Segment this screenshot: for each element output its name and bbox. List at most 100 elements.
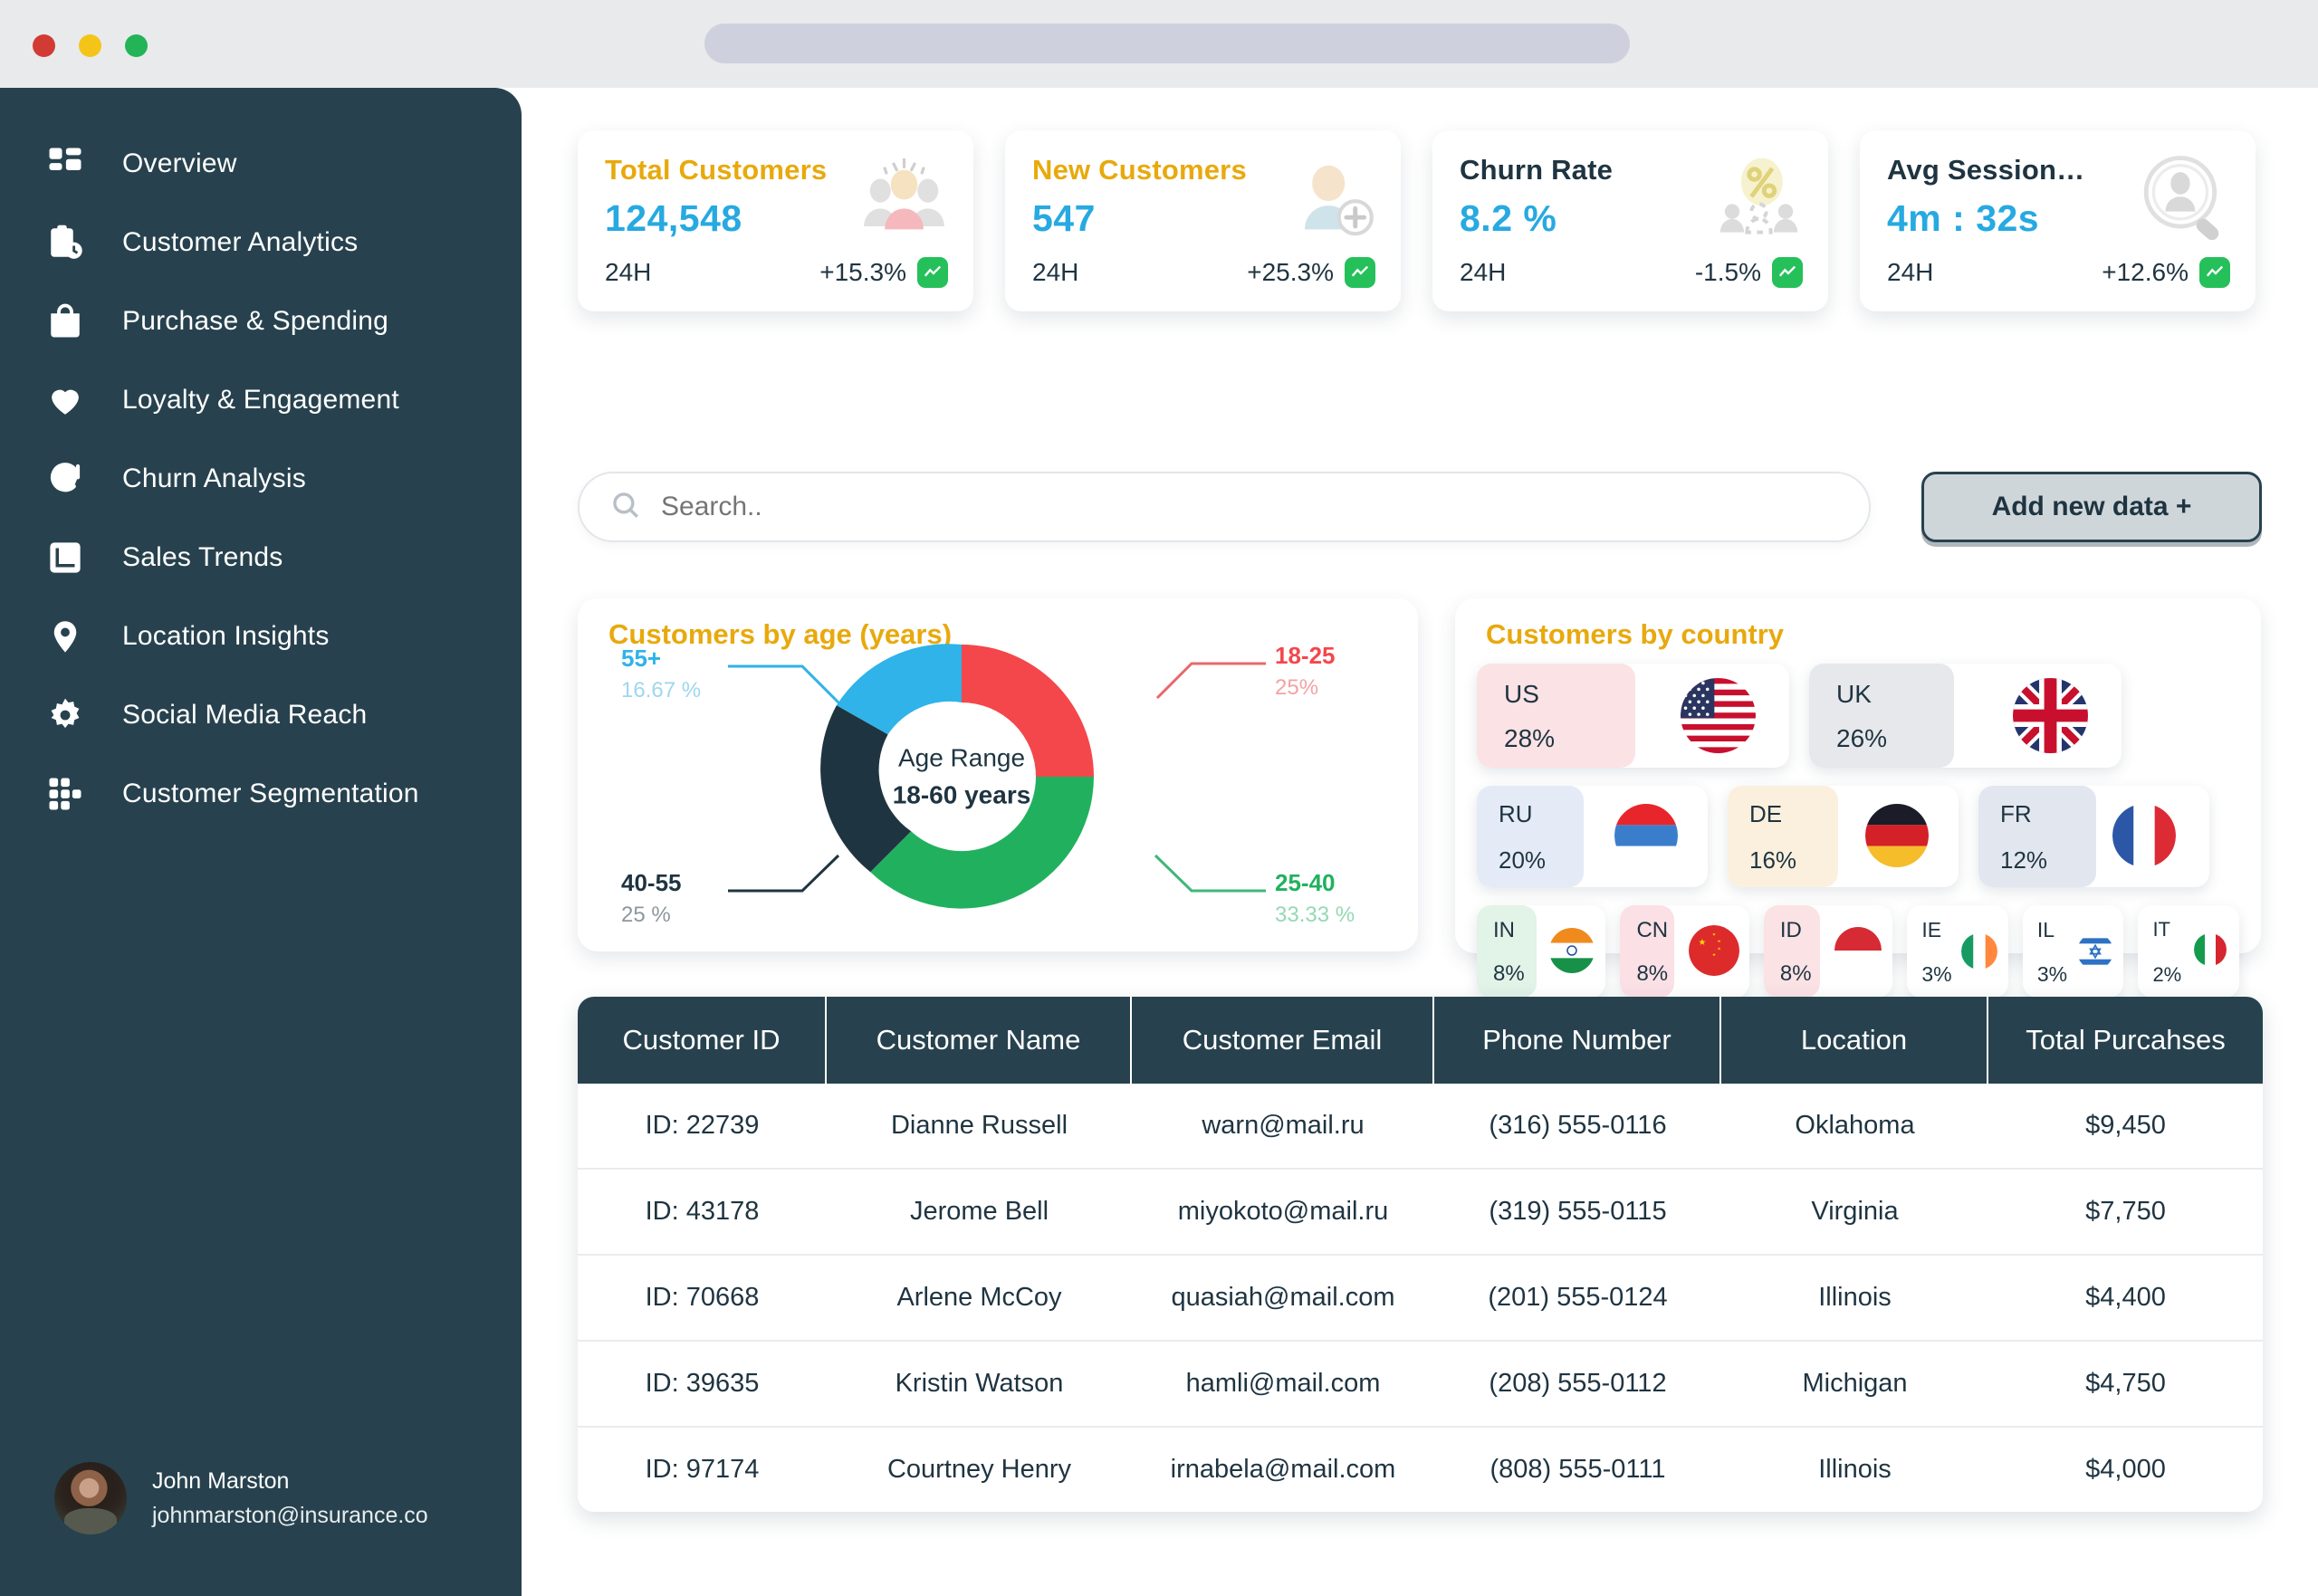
customers-table: Customer ID Customer Name Customer Email… <box>578 997 2263 1512</box>
chart-axes-icon <box>43 536 87 579</box>
cell-customer-id: ID: 70668 <box>578 1256 827 1340</box>
country-card-it[interactable]: IT 2% <box>2138 905 2239 998</box>
kpi-card-total-customers[interactable]: Total Customers 124,548 24H +15.3% <box>578 130 973 311</box>
country-card-il[interactable]: IL 3% <box>2023 905 2124 998</box>
donut-label-40-55: 40-55 25 % <box>621 869 682 928</box>
country-card-ie[interactable]: IE 3% <box>1907 905 2008 998</box>
leader-line-25-40 <box>1155 855 1266 891</box>
country-code: ID <box>1780 918 1802 943</box>
cell-customer-email: irnabela@mail.com <box>1132 1428 1434 1512</box>
trend-up-icon <box>917 257 948 288</box>
table-row[interactable]: ID: 70668 Arlene McCoy quasiah@mail.com … <box>578 1256 2263 1342</box>
country-percent: 28% <box>1504 724 1555 753</box>
country-card-de[interactable]: DE 16% <box>1728 786 1959 887</box>
minimize-window-button[interactable] <box>79 34 101 57</box>
add-person-icon <box>1284 152 1379 247</box>
country-code: US <box>1504 680 1539 709</box>
country-card-ru[interactable]: RU 20% <box>1477 786 1708 887</box>
table-header-customer-email[interactable]: Customer Email <box>1132 997 1434 1084</box>
profile-email: johnmarston@insurance.co <box>152 1503 428 1529</box>
donut-label-25-40: 25-40 33.33 % <box>1275 869 1355 928</box>
profile-name: John Marston <box>152 1468 428 1495</box>
cell-location: Illinois <box>1721 1428 1988 1512</box>
country-card-in[interactable]: IN 8% <box>1477 905 1605 998</box>
cell-customer-id: ID: 43178 <box>578 1170 827 1254</box>
country-code: CN <box>1636 918 1668 943</box>
gear-icon <box>43 693 87 737</box>
kpi-delta: +12.6% <box>2102 258 2189 287</box>
table-header-phone-number[interactable]: Phone Number <box>1434 997 1721 1084</box>
kpi-card-churn-rate[interactable]: Churn Rate 8.2 % 24H -1.5% <box>1432 130 1828 311</box>
table-row[interactable]: ID: 43178 Jerome Bell miyokoto@mail.ru (… <box>578 1170 2263 1256</box>
country-fill <box>1477 664 1635 768</box>
kpi-delta: +25.3% <box>1247 258 1334 287</box>
table-row[interactable]: ID: 97174 Courtney Henry irnabela@mail.c… <box>578 1428 2263 1512</box>
country-card-grid: US 28% UK 26% <box>1477 664 2239 998</box>
cell-customer-name: Dianne Russell <box>827 1084 1132 1168</box>
cell-customer-email: hamli@mail.com <box>1132 1342 1434 1426</box>
country-card-us[interactable]: US 28% <box>1477 664 1789 768</box>
donut-label-18-25: 18-25 25% <box>1275 642 1336 701</box>
table-header-total-purchases[interactable]: Total Purcahses <box>1988 997 2263 1084</box>
sidebar-item-sales-trends[interactable]: Sales Trends <box>0 518 522 597</box>
cell-total-purchases: $7,750 <box>1988 1170 2263 1254</box>
donut-label-55plus: 55+ 16.67 % <box>621 645 701 703</box>
kpi-card-avg-session[interactable]: Avg Session… 4m : 32s 24H +12.6% <box>1860 130 2256 311</box>
sidebar-nav: Overview Customer Analytics Purchase & S… <box>0 124 522 833</box>
country-code: RU <box>1499 800 1533 828</box>
kpi-period: 24H <box>1460 258 1506 287</box>
country-percent: 20% <box>1499 846 1546 874</box>
donut-slice-25-40 <box>870 777 1094 909</box>
table-header-customer-id[interactable]: Customer ID <box>578 997 827 1084</box>
kpi-card-new-customers[interactable]: New Customers 547 24H +25.3% <box>1005 130 1401 311</box>
maximize-window-button[interactable] <box>125 34 148 57</box>
cell-customer-id: ID: 97174 <box>578 1428 827 1512</box>
country-card-id[interactable]: ID 8% <box>1764 905 1892 998</box>
sidebar-item-location-insights[interactable]: Location Insights <box>0 597 522 675</box>
table-header-location[interactable]: Location <box>1721 997 1988 1084</box>
country-card-fr[interactable]: FR 12% <box>1978 786 2209 887</box>
country-card-cn[interactable]: CN 8% <box>1620 905 1748 998</box>
clipboard-clock-icon <box>43 221 87 264</box>
search-bar[interactable] <box>578 472 1871 542</box>
cell-phone-number: (319) 555-0115 <box>1434 1170 1721 1254</box>
close-window-button[interactable] <box>33 34 55 57</box>
age-donut-chart: Age Range 18-60 years 55+ 16.67 % 18-25 … <box>578 598 1418 951</box>
ru-flag-icon <box>1614 802 1678 869</box>
table-row[interactable]: ID: 22739 Dianne Russell warn@mail.ru (3… <box>578 1084 2263 1170</box>
cell-customer-name: Courtney Henry <box>827 1428 1132 1512</box>
sidebar-item-loyalty-engagement[interactable]: Loyalty & Engagement <box>0 360 522 439</box>
refresh-icon <box>43 457 87 501</box>
cell-customer-email: quasiah@mail.com <box>1132 1256 1434 1340</box>
sidebar-item-social-media-reach[interactable]: Social Media Reach <box>0 675 522 754</box>
table-header-customer-name[interactable]: Customer Name <box>827 997 1132 1084</box>
sidebar-item-customer-segmentation[interactable]: Customer Segmentation <box>0 754 522 833</box>
user-profile[interactable]: John Marston johnmarston@insurance.co <box>54 1462 428 1534</box>
sidebar-item-overview[interactable]: Overview <box>0 124 522 203</box>
sidebar-item-label: Overview <box>122 148 237 179</box>
country-percent: 16% <box>1749 846 1796 874</box>
table-row[interactable]: ID: 39635 Kristin Watson hamli@mail.com … <box>578 1342 2263 1428</box>
it-flag-icon <box>2194 929 2227 970</box>
sidebar: Overview Customer Analytics Purchase & S… <box>0 88 522 1596</box>
kpi-period: 24H <box>605 258 651 287</box>
country-code: IN <box>1493 918 1515 943</box>
kpi-period: 24H <box>1887 258 1933 287</box>
cell-total-purchases: $4,750 <box>1988 1342 2263 1426</box>
add-new-data-button[interactable]: Add new data + <box>1921 472 2262 542</box>
cell-customer-name: Arlene McCoy <box>827 1256 1132 1340</box>
address-bar[interactable] <box>704 24 1630 63</box>
search-input[interactable] <box>661 492 1794 522</box>
cell-phone-number: (316) 555-0116 <box>1434 1084 1721 1168</box>
sidebar-item-purchase-spending[interactable]: Purchase & Spending <box>0 282 522 360</box>
in-flag-icon <box>1549 925 1595 976</box>
cell-location: Virginia <box>1721 1170 1988 1254</box>
sidebar-item-customer-analytics[interactable]: Customer Analytics <box>0 203 522 282</box>
leader-line-18-25 <box>1157 664 1266 698</box>
cell-customer-id: ID: 22739 <box>578 1084 827 1168</box>
sidebar-item-label: Social Media Reach <box>122 700 367 731</box>
sidebar-item-churn-analysis[interactable]: Churn Analysis <box>0 439 522 518</box>
kpi-card-row: Total Customers 124,548 24H +15.3% New C… <box>578 130 2256 311</box>
cn-flag-icon <box>1689 925 1739 976</box>
country-card-uk[interactable]: UK 26% <box>1809 664 2122 768</box>
